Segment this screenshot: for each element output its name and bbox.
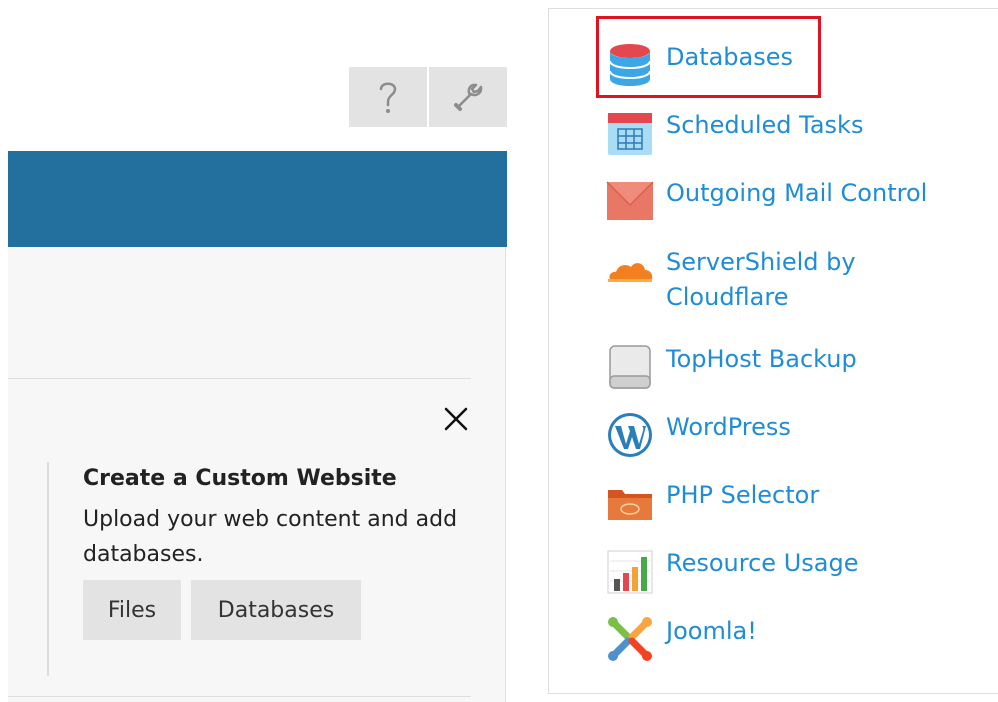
menu-item-label: Outgoing Mail Control xyxy=(666,179,928,207)
question-mark-icon xyxy=(379,82,397,113)
settings-button[interactable] xyxy=(429,67,507,127)
divider-bottom xyxy=(8,696,471,697)
menu-item-label: WordPress xyxy=(666,413,791,441)
header-banner xyxy=(8,151,507,247)
databases-button[interactable]: Databases xyxy=(191,580,361,640)
card-description: Upload your web content and add database… xyxy=(83,507,458,567)
menu-item-label: Joomla! xyxy=(666,617,757,645)
menu-item-outgoing-mail-control[interactable]: Outgoing Mail Control xyxy=(605,176,946,226)
menu-item-label: Resource Usage xyxy=(666,549,859,577)
menu-item-label: TopHost Backup xyxy=(666,345,857,373)
menu-item-joomla[interactable]: Joomla! xyxy=(605,614,946,664)
envelope-icon xyxy=(605,176,655,226)
card-title: Create a Custom Website xyxy=(83,466,397,491)
menu-item-php-selector[interactable]: PHP Selector xyxy=(605,478,946,528)
menu-item-label: PHP Selector xyxy=(666,481,820,509)
screen: Create a Custom Website Upload your web … xyxy=(0,0,998,702)
backup-drive-icon xyxy=(605,342,655,392)
databases-highlight-box xyxy=(596,16,821,98)
close-button[interactable] xyxy=(443,406,469,432)
cloud-icon xyxy=(605,245,655,295)
files-button[interactable]: Files xyxy=(83,580,181,640)
menu-item-tophost-backup[interactable]: TopHost Backup xyxy=(605,342,946,392)
divider-top xyxy=(8,378,471,379)
wordpress-icon xyxy=(605,410,655,460)
menu-item-servershield-cloudflare[interactable]: ServerShield by Cloudflare xyxy=(605,245,946,315)
card-accent-rule xyxy=(47,462,49,676)
calendar-icon xyxy=(605,108,655,158)
menu-item-label: ServerShield by Cloudflare xyxy=(666,248,856,311)
menu-item-scheduled-tasks[interactable]: Scheduled Tasks xyxy=(605,108,946,158)
menu-item-label: Scheduled Tasks xyxy=(666,111,864,139)
php-folder-icon xyxy=(605,478,655,528)
bar-chart-icon xyxy=(605,546,655,596)
close-icon xyxy=(444,407,468,431)
joomla-icon xyxy=(605,614,655,664)
wrench-icon xyxy=(454,83,483,111)
help-button[interactable] xyxy=(349,67,427,127)
menu-item-wordpress[interactable]: WordPress xyxy=(605,410,946,460)
menu-item-resource-usage[interactable]: Resource Usage xyxy=(605,546,946,596)
